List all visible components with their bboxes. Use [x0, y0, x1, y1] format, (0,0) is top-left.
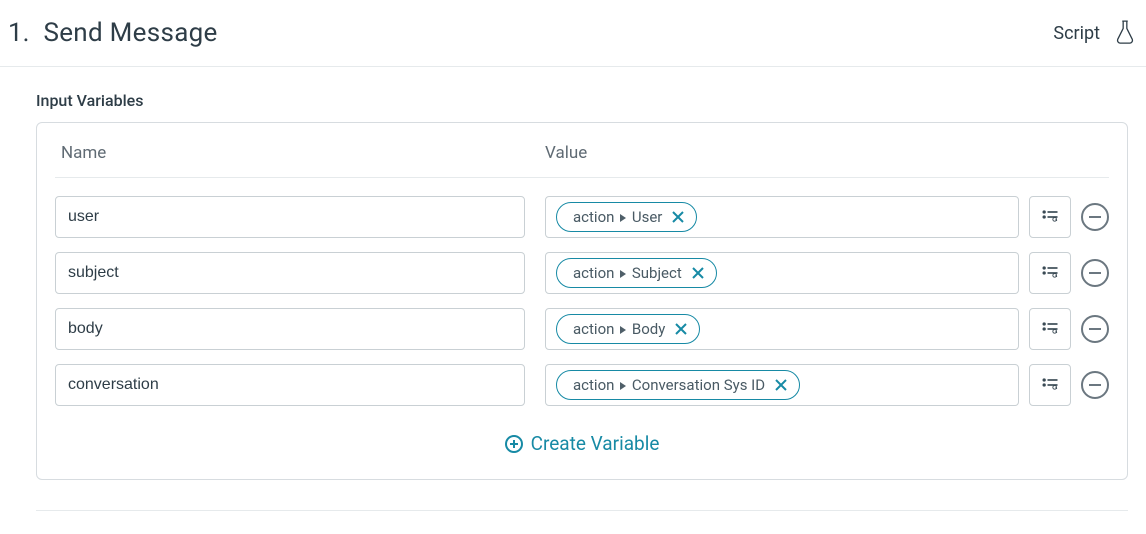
input-variables-panel: Name Value action User — [36, 122, 1128, 480]
pill-field: User — [632, 208, 663, 226]
variable-rows: action User — [55, 196, 1109, 406]
variable-value-box[interactable]: action User — [545, 196, 1019, 238]
variable-name-input[interactable] — [55, 308, 525, 350]
data-pill[interactable]: action User — [556, 202, 697, 232]
pill-prefix: action — [573, 376, 614, 394]
variable-value-box[interactable]: action Conversation Sys ID — [545, 364, 1019, 406]
data-picker-button[interactable] — [1029, 308, 1071, 350]
section-divider — [36, 510, 1128, 511]
data-picker-icon — [1040, 319, 1060, 339]
remove-row-button[interactable] — [1081, 259, 1109, 287]
plus-circle-icon — [505, 435, 523, 453]
data-picker-button[interactable] — [1029, 364, 1071, 406]
data-picker-icon — [1040, 263, 1060, 283]
pill-prefix: action — [573, 320, 614, 338]
pill-prefix: action — [573, 208, 614, 226]
flask-icon[interactable] — [1114, 19, 1136, 47]
pill-field: Conversation Sys ID — [632, 376, 765, 394]
data-picker-button[interactable] — [1029, 252, 1071, 294]
data-picker-icon — [1040, 207, 1060, 227]
remove-pill-icon[interactable] — [773, 377, 789, 393]
caret-right-icon — [620, 270, 626, 278]
data-picker-icon — [1040, 375, 1060, 395]
pill-prefix: action — [573, 264, 614, 282]
variable-value-box[interactable]: action Body — [545, 308, 1019, 350]
remove-row-button[interactable] — [1081, 315, 1109, 343]
remove-row-button[interactable] — [1081, 371, 1109, 399]
variable-row: action User — [55, 196, 1109, 238]
step-title: Send Message — [43, 18, 217, 48]
step-header: 1. Send Message Script — [0, 0, 1146, 67]
step-header-left: 1. Send Message — [8, 18, 218, 48]
variable-name-input[interactable] — [55, 364, 525, 406]
variable-value-box[interactable]: action Subject — [545, 252, 1019, 294]
remove-pill-icon[interactable] — [690, 265, 706, 281]
pill-field: Body — [632, 320, 665, 338]
variable-name-input[interactable] — [55, 196, 525, 238]
step-header-right: Script — [1053, 19, 1138, 47]
script-link[interactable]: Script — [1053, 23, 1100, 44]
create-variable-label: Create Variable — [531, 432, 660, 455]
data-pill[interactable]: action Subject — [556, 258, 717, 288]
remove-pill-icon[interactable] — [670, 209, 686, 225]
input-variables-section: Input Variables Name Value action User — [0, 67, 1146, 492]
variable-row: action Subject — [55, 252, 1109, 294]
caret-right-icon — [620, 214, 626, 222]
create-variable-button[interactable]: Create Variable — [55, 432, 1109, 455]
column-header-name: Name — [55, 143, 525, 163]
remove-pill-icon[interactable] — [673, 321, 689, 337]
data-pill[interactable]: action Body — [556, 314, 700, 344]
caret-right-icon — [620, 326, 626, 334]
variable-row: action Body — [55, 308, 1109, 350]
caret-right-icon — [620, 382, 626, 390]
step-number: 1. — [8, 18, 29, 48]
variable-row: action Conversation Sys ID — [55, 364, 1109, 406]
data-picker-button[interactable] — [1029, 196, 1071, 238]
data-pill[interactable]: action Conversation Sys ID — [556, 370, 800, 400]
remove-row-button[interactable] — [1081, 203, 1109, 231]
variable-name-input[interactable] — [55, 252, 525, 294]
pill-field: Subject — [632, 264, 682, 282]
column-headers: Name Value — [55, 137, 1109, 178]
section-label: Input Variables — [36, 91, 1128, 110]
column-header-value: Value — [545, 143, 1109, 163]
